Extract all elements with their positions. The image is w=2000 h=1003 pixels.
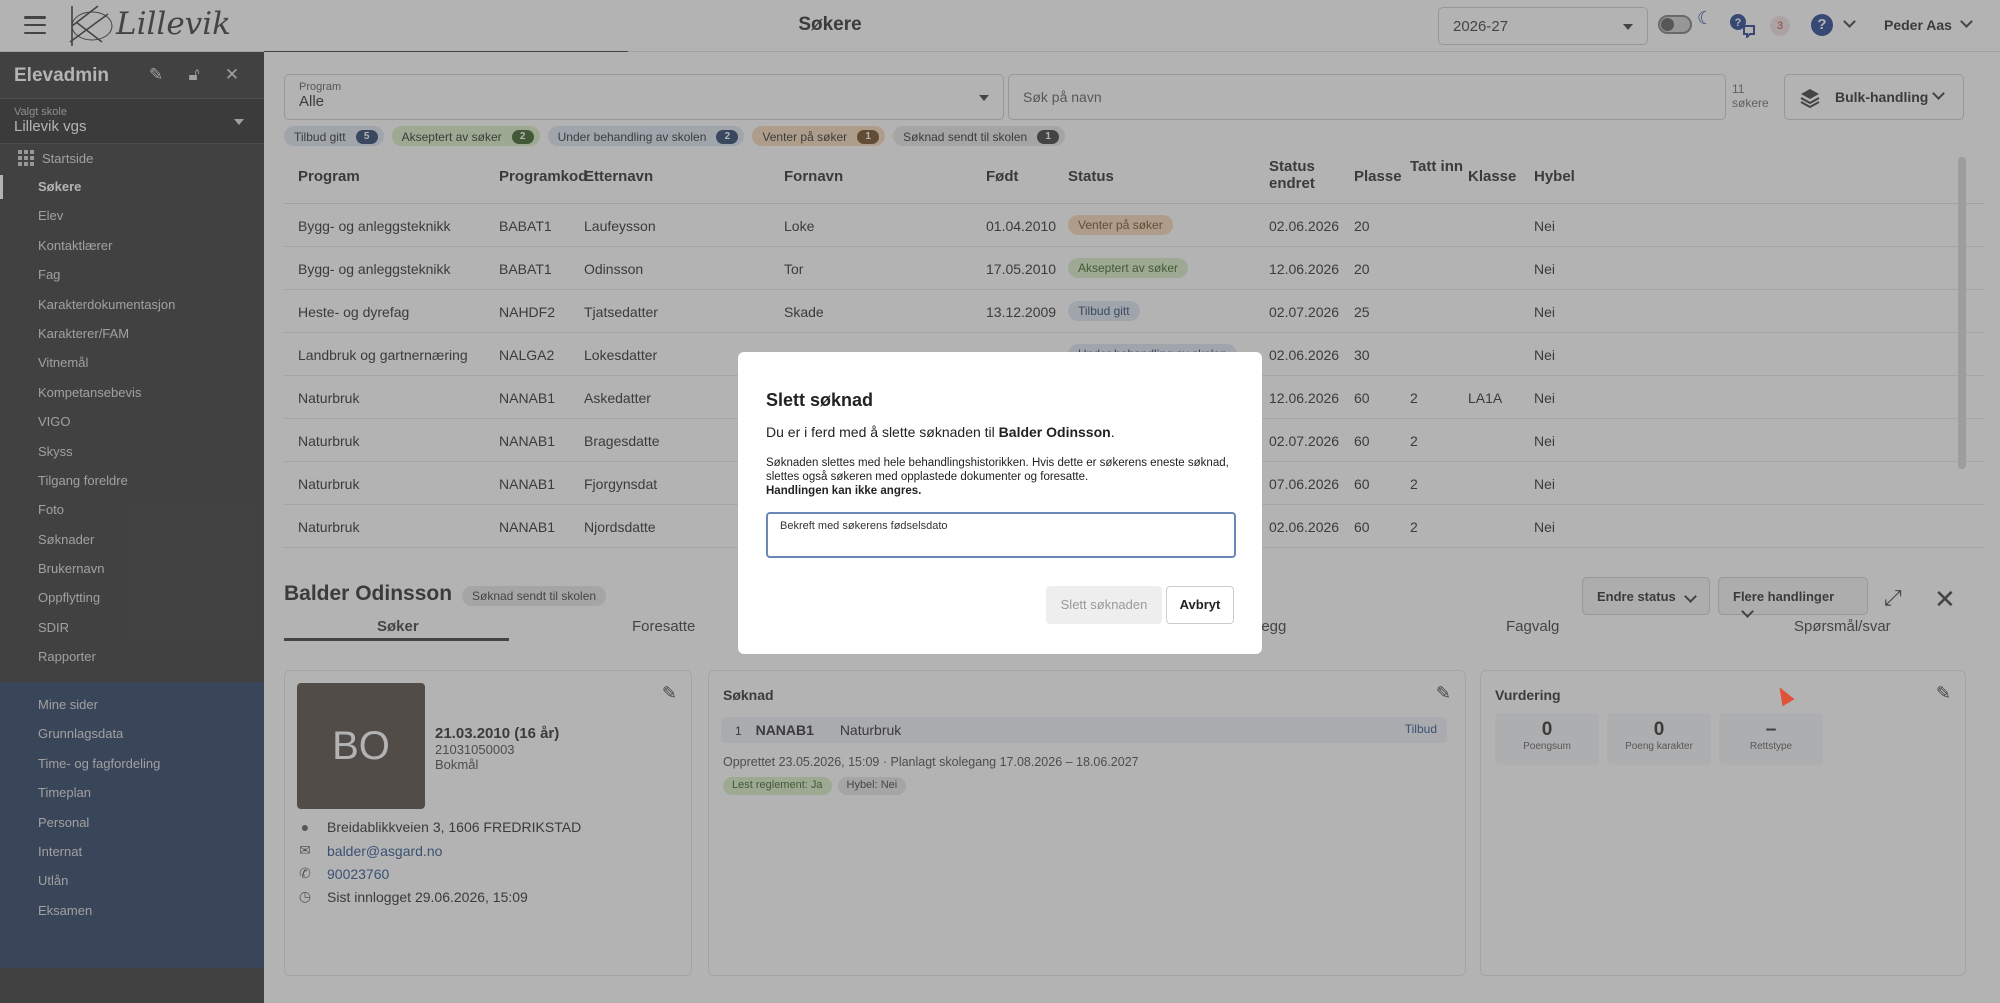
confirm-birthdate-input[interactable]: Bekreft med søkerens fødselsdato [766,512,1236,558]
dialog-warning: Handlingen kan ikke angres. [766,485,922,497]
dialog-lead-text: Du er i ferd med å slette søknaden til [766,424,995,440]
dialog-body: Søknaden slettes med hele behandlingshis… [766,456,1234,498]
dialog-lead: Du er i ferd med å slette søknaden til B… [766,424,1115,440]
cancel-button[interactable]: Avbryt [1166,586,1234,624]
dialog-body-text: Søknaden slettes med hele behandlingshis… [766,457,1229,483]
dialog-title: Slett søknad [766,390,874,410]
delete-application-button[interactable]: Slett søknaden [1046,586,1162,624]
delete-application-dialog: Slett søknad Du er i ferd med å slette s… [738,352,1262,654]
dialog-lead-name: Balder Odinsson [998,424,1111,440]
